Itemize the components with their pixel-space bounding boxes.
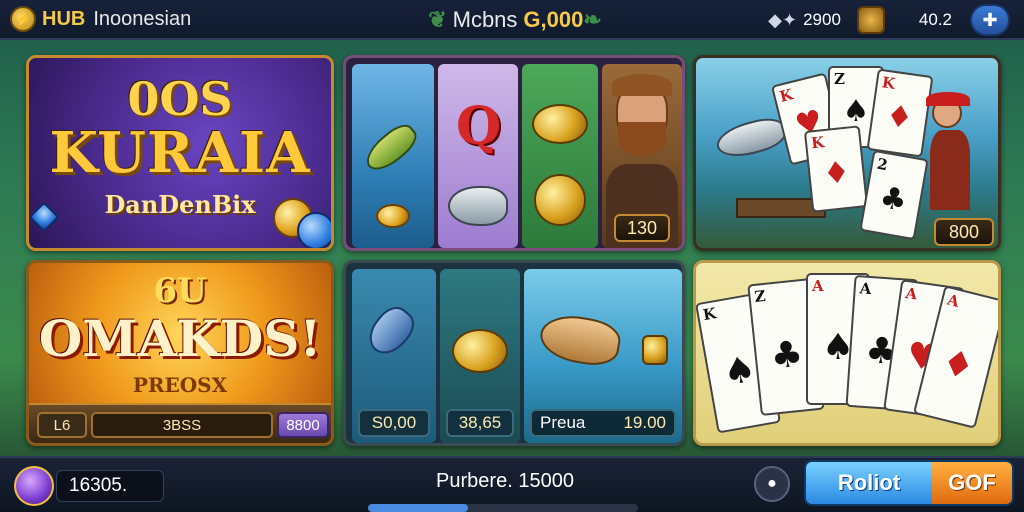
pirate-hat-icon bbox=[926, 92, 970, 106]
blue-fish-icon bbox=[361, 300, 421, 362]
gamepad-button[interactable]: ✚ bbox=[970, 4, 1010, 36]
gold-stack-icon bbox=[452, 329, 508, 373]
tile-kuraia-top: 0OS bbox=[127, 72, 233, 126]
card-rank: K bbox=[701, 304, 718, 325]
top-stats: ◆✦ 2900 40.2 ✚ bbox=[768, 0, 1024, 40]
laurel-right-icon: ❧ bbox=[583, 7, 602, 32]
gof-button[interactable]: GOF bbox=[932, 462, 1012, 504]
tile-omakds-subtitle: PREOSX bbox=[132, 373, 228, 397]
blue-chip-icon bbox=[297, 212, 331, 248]
jackpot-amount: G,000 bbox=[523, 7, 584, 32]
game-tile-card-fan[interactable]: K ♠ Z ♣ A ♠ A ♣ A ♥ A ♦ bbox=[693, 260, 1001, 446]
green-fish-icon bbox=[359, 118, 423, 178]
coin-badge-icon[interactable] bbox=[856, 6, 885, 34]
jackpot-title: ❦ Mcbns G,000 ❧ bbox=[400, 0, 630, 40]
top-bar: ⚡ HUB Inoonesian ❦ Mcbns G,000 ❧ ◆✦ 2900… bbox=[0, 0, 1024, 40]
tile-value-badge: 130 bbox=[614, 214, 670, 242]
reel-3: Preua 19.00 bbox=[524, 269, 682, 443]
chat-icon: ● bbox=[767, 475, 777, 492]
playing-card: K ♦ bbox=[803, 125, 869, 213]
club-icon: ♣ bbox=[876, 179, 910, 220]
fisherman-beard bbox=[618, 122, 666, 156]
card-rank: K bbox=[810, 133, 826, 153]
laurel-left-icon: ❦ bbox=[428, 7, 447, 32]
reel-value-3-amount: 19.00 bbox=[623, 413, 666, 432]
card-rank: 2 bbox=[875, 154, 890, 175]
card-rank: K bbox=[777, 85, 795, 106]
fisherman-hair bbox=[612, 74, 672, 96]
jackpot-label: Mcbns bbox=[452, 7, 518, 32]
roliot-button[interactable]: Roliot bbox=[806, 462, 932, 504]
balance-value: 16305. bbox=[69, 475, 128, 496]
game-tile-card-fishing[interactable]: K ♥ Z ♠ K ♦ K ♦ 2 ♣ 800 bbox=[693, 55, 1001, 251]
tile-kuraia-title: KURAIA bbox=[49, 120, 311, 186]
reel-2: Q bbox=[438, 64, 518, 248]
reel-value-3-label: Preua bbox=[540, 413, 586, 432]
gold-coin-icon bbox=[534, 174, 586, 226]
reel-value-3: Preua 19.00 bbox=[530, 409, 676, 437]
purchase-progress-bar bbox=[368, 504, 638, 512]
playing-card: K ♦ bbox=[866, 68, 934, 158]
tile-omakds-top: 6U bbox=[153, 271, 207, 311]
q-symbol-icon: Q bbox=[456, 96, 502, 157]
diamond-icon: ♦ bbox=[883, 98, 916, 137]
pirate-body bbox=[930, 130, 970, 210]
treasure-chest-icon[interactable] bbox=[14, 466, 54, 506]
brand[interactable]: ⚡ HUB Inoonesian bbox=[10, 6, 191, 32]
reel-1 bbox=[352, 64, 434, 248]
tile-omakds-bar: L6 3BSS 8800 bbox=[29, 403, 331, 443]
purchase-progress-fill bbox=[368, 504, 468, 512]
card-rank: K bbox=[880, 73, 897, 93]
balance-display: 16305. bbox=[56, 470, 164, 502]
golden-fish-icon bbox=[536, 310, 624, 370]
silver-fish-icon bbox=[448, 186, 508, 226]
purchase-value: 15000 bbox=[518, 470, 574, 492]
gems-icon: ◆✦ bbox=[768, 9, 798, 30]
reel-3 bbox=[522, 64, 598, 248]
action-button-group: Roliot GOF bbox=[804, 460, 1014, 506]
lightning-coin-icon: ⚡ bbox=[10, 6, 36, 32]
reel-value-1: S0,00 bbox=[358, 409, 430, 437]
playing-card: 2 ♣ bbox=[859, 149, 929, 241]
tile-value-badge: 800 bbox=[934, 218, 994, 246]
reel-2: 38,65 bbox=[440, 269, 520, 443]
diamond-icon: ♦ bbox=[821, 154, 852, 193]
fish-icon bbox=[713, 113, 789, 163]
gold-stack-icon bbox=[532, 104, 588, 144]
purchase-info: Purbere. 15000 bbox=[400, 470, 610, 493]
reel-1: S0,00 bbox=[352, 269, 436, 443]
card-rank: A bbox=[812, 277, 824, 295]
gamepad-icon: ✚ bbox=[982, 9, 998, 30]
purchase-label: Purbere. bbox=[436, 470, 513, 492]
card-rank: A bbox=[945, 290, 962, 311]
game-tile-fishing-slots[interactable]: Q 130 bbox=[343, 55, 685, 251]
game-tile-fishing-catch[interactable]: S0,00 38,65 Preua 19.00 bbox=[343, 260, 685, 446]
game-tile-omakds[interactable]: 6U OMAKDS! PREOSX L6 3BSS 8800 bbox=[26, 260, 334, 446]
reel-4: 130 bbox=[602, 64, 682, 248]
diamond-icon: ♦ bbox=[937, 341, 979, 390]
chat-button[interactable]: ● bbox=[754, 466, 790, 502]
card-rank: A bbox=[859, 279, 873, 299]
gold-bar-icon bbox=[642, 335, 668, 365]
tile-omakds-level: L6 bbox=[37, 412, 87, 438]
gems-value: 2900 bbox=[803, 10, 841, 29]
card-rank: A bbox=[904, 283, 919, 304]
brand-hub: HUB bbox=[42, 7, 86, 30]
tile-omakds-prize[interactable]: 8800 bbox=[277, 412, 329, 438]
level-value: 40.2 bbox=[918, 10, 952, 29]
brand-subtitle: Inoonesian bbox=[93, 7, 192, 30]
game-tile-kuraia[interactable]: 0OS KURAIA DanDenBix bbox=[26, 55, 334, 251]
reel-value-2: 38,65 bbox=[446, 409, 514, 437]
gold-coin-icon bbox=[376, 204, 410, 228]
tile-omakds-amount: 3BSS bbox=[91, 412, 273, 438]
tile-omakds-title: OMAKDS! bbox=[38, 309, 322, 368]
card-rank: Z bbox=[834, 70, 845, 88]
card-rank: Z bbox=[753, 286, 767, 306]
